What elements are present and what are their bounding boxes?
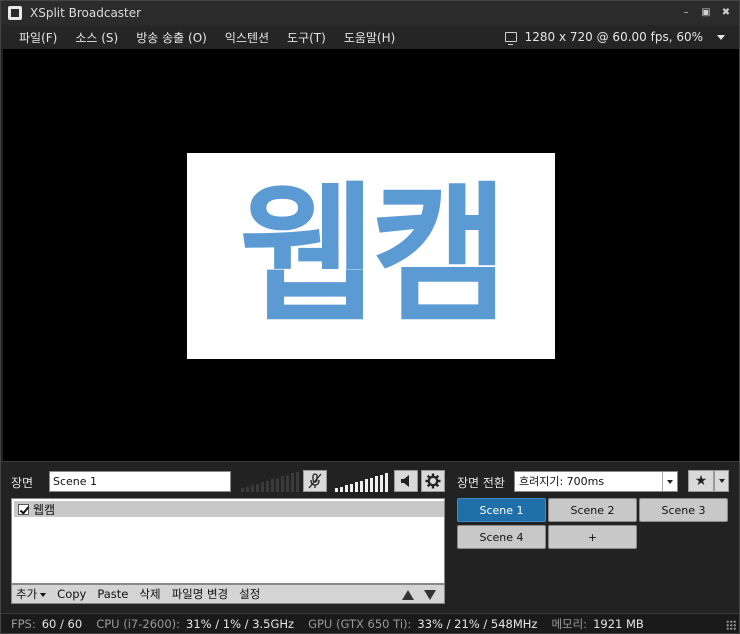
menu-help[interactable]: 도움말(H) xyxy=(335,29,405,46)
meter-bar xyxy=(340,486,343,492)
meter-bar xyxy=(261,482,264,492)
memory-value: 1921 MB xyxy=(593,616,644,631)
menu-extensions[interactable]: 익스텐션 xyxy=(216,29,278,46)
audio-settings-button[interactable] xyxy=(421,470,445,492)
meter-bar xyxy=(286,474,289,492)
meter-bar xyxy=(296,471,299,492)
source-label: 웹캠 xyxy=(33,502,56,517)
add-source-button[interactable]: 추가 xyxy=(16,586,47,602)
scene-button-3[interactable]: Scene 3 xyxy=(639,498,728,522)
chevron-down-icon xyxy=(662,472,677,491)
xsplit-logo-icon xyxy=(8,6,22,20)
control-panel: 장면 Scene 1 웹캠 추가 Copy Paste 삭제 파일명 변경 설정… xyxy=(1,461,739,613)
meter-bar xyxy=(266,480,269,492)
meter-bar xyxy=(375,476,378,492)
speaker-button[interactable] xyxy=(394,470,418,492)
source-list[interactable]: 웹캠 xyxy=(11,498,445,584)
cpu-value: 31% / 1% / 3.5GHz xyxy=(186,616,295,631)
add-scene-button[interactable]: + xyxy=(548,525,637,549)
meter-bar xyxy=(370,477,373,492)
transition-selected-value: 흐려지기: 700ms xyxy=(519,475,605,488)
speaker-icon xyxy=(401,475,409,487)
copy-button[interactable]: Copy xyxy=(57,587,86,601)
meter-bar xyxy=(271,479,274,492)
meter-bar xyxy=(291,473,294,492)
resize-grip[interactable] xyxy=(726,620,736,630)
meter-bar xyxy=(251,485,254,492)
favorite-dropdown-button[interactable] xyxy=(714,470,729,492)
resolution-selector[interactable]: 1280 x 720 @ 60.00 fps, 60% xyxy=(504,30,725,45)
meter-bar xyxy=(335,488,338,492)
meter-bar xyxy=(365,479,368,492)
close-button[interactable]: ✖ xyxy=(719,6,733,20)
window-controls: – ▣ ✖ xyxy=(679,6,733,20)
meter-bar xyxy=(246,486,249,492)
title-bar: XSplit Broadcaster – ▣ ✖ xyxy=(1,1,739,25)
window-title: XSplit Broadcaster xyxy=(30,6,142,20)
move-down-icon[interactable] xyxy=(424,590,436,600)
meter-bar xyxy=(281,476,284,492)
source-visible-checkbox[interactable] xyxy=(18,503,29,515)
mic-mute-button[interactable] xyxy=(303,470,327,492)
chevron-down-icon xyxy=(40,592,47,597)
resolution-text: 1280 x 720 @ 60.00 fps, 60% xyxy=(524,30,703,44)
fps-label: FPS: xyxy=(11,616,36,631)
star-plus-icon: ★ xyxy=(694,473,708,489)
monitor-icon xyxy=(504,32,517,45)
minimize-button[interactable]: – xyxy=(679,6,693,20)
cpu-label: CPU (i7-2600): xyxy=(96,616,181,631)
maximize-button[interactable]: ▣ xyxy=(699,6,713,20)
meter-bar xyxy=(360,480,363,492)
preview-source-text: 웹캠 xyxy=(238,169,509,343)
meter-bar xyxy=(350,483,353,492)
meter-bar xyxy=(256,483,259,492)
scene-name-field[interactable]: Scene 1 xyxy=(49,471,231,492)
webcam-source-preview[interactable]: 웹캠 xyxy=(187,153,555,359)
meter-bar xyxy=(276,477,279,492)
paste-button[interactable]: Paste xyxy=(97,587,128,601)
scene-button-1[interactable]: Scene 1 xyxy=(457,498,546,522)
menu-tools[interactable]: 도구(T) xyxy=(278,29,335,46)
transition-label: 장면 전환 xyxy=(457,476,505,490)
meter-bar xyxy=(380,474,383,492)
menu-sources[interactable]: 소스 (S) xyxy=(66,29,127,46)
rename-button[interactable]: 파일명 변경 xyxy=(172,586,229,602)
favorite-transition-button[interactable]: ★ xyxy=(688,470,714,492)
scene-button-2[interactable]: Scene 2 xyxy=(548,498,637,522)
transition-select[interactable]: 흐려지기: 700ms xyxy=(514,471,678,492)
list-item[interactable]: 웹캠 xyxy=(14,501,444,517)
mic-volume-meter xyxy=(241,471,299,492)
add-source-label: 추가 xyxy=(16,587,38,601)
menu-file[interactable]: 파일(F) xyxy=(10,29,66,46)
meter-bar xyxy=(345,485,348,492)
status-bar: FPS: 60 / 60 CPU (i7-2600): 31% / 1% / 3… xyxy=(1,613,739,633)
settings-button[interactable]: 설정 xyxy=(239,586,260,602)
gear-icon xyxy=(425,473,441,489)
app-window: XSplit Broadcaster – ▣ ✖ 파일(F) 소스 (S) 방송… xyxy=(0,0,740,634)
speaker-volume-meter xyxy=(335,471,388,492)
scene-button-4[interactable]: Scene 4 xyxy=(457,525,546,549)
source-toolbar: 추가 Copy Paste 삭제 파일명 변경 설정 xyxy=(11,584,445,604)
menu-broadcast[interactable]: 방송 송출 (O) xyxy=(127,29,216,46)
fps-value: 60 / 60 xyxy=(41,616,83,631)
meter-bar xyxy=(355,482,358,492)
mic-muted-icon xyxy=(308,473,322,489)
meter-bar xyxy=(241,488,244,492)
chevron-down-icon xyxy=(717,34,725,40)
move-up-icon[interactable] xyxy=(402,590,414,600)
meter-bar xyxy=(385,473,388,492)
gpu-value: 33% / 21% / 548MHz xyxy=(417,616,538,631)
gpu-label: GPU (GTX 650 Ti): xyxy=(308,616,412,631)
delete-button[interactable]: 삭제 xyxy=(139,586,160,602)
scene-label: 장면 xyxy=(11,476,34,490)
memory-label: 메모리: xyxy=(551,616,588,631)
menu-bar: 파일(F) 소스 (S) 방송 송출 (O) 익스텐션 도구(T) 도움말(H)… xyxy=(1,25,739,49)
stage-preview[interactable]: 웹캠 xyxy=(3,49,739,461)
